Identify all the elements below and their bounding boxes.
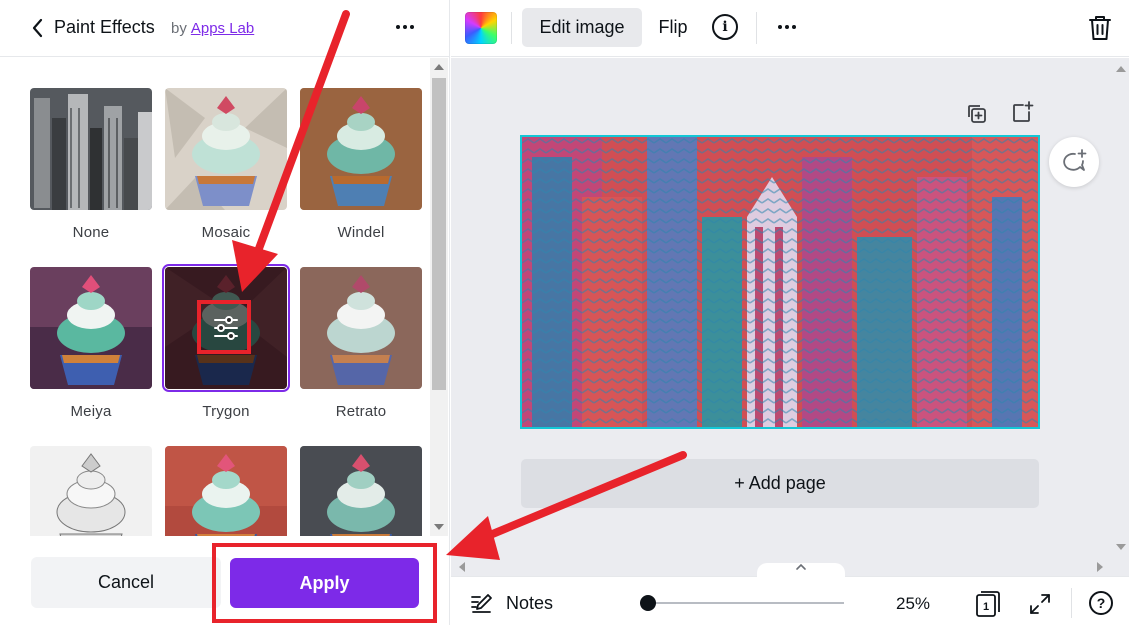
- effect-label: Retrato: [335, 403, 387, 420]
- fullscreen-icon[interactable]: [1028, 592, 1052, 616]
- effect-label: Meiya: [70, 403, 112, 420]
- flip-button[interactable]: Flip: [647, 8, 699, 47]
- effect-thumb: [30, 446, 152, 536]
- cancel-button[interactable]: Cancel: [31, 557, 221, 608]
- zoom-slider-track[interactable]: [640, 602, 844, 604]
- effect-thumb: [165, 88, 287, 210]
- author-prefix: by: [171, 20, 187, 37]
- effects-grid: None Mosaic Windel Meiya Trygon Retrato: [0, 58, 428, 536]
- toolbar-divider: [511, 12, 512, 44]
- effect-thumb: [30, 267, 152, 389]
- notes-icon[interactable]: [470, 591, 494, 615]
- chevron-up-icon: [796, 563, 806, 570]
- effect-thumb: [165, 446, 287, 536]
- effect-thumb: [300, 446, 422, 536]
- panel-title: Paint Effects: [54, 17, 155, 37]
- effects-panel: Paint Effects by Apps Lab None Mosaic Wi…: [0, 0, 450, 625]
- add-page-button[interactable]: + Add page: [521, 459, 1039, 508]
- collapse-tab[interactable]: [757, 563, 845, 579]
- author-link[interactable]: Apps Lab: [191, 20, 254, 37]
- effect-none[interactable]: None: [30, 88, 152, 241]
- effect-retrato[interactable]: Retrato: [300, 267, 422, 420]
- canvas-vertical-scrollbar[interactable]: [1111, 58, 1129, 558]
- settings-sliders-icon[interactable]: [211, 313, 241, 343]
- effect-windel[interactable]: Windel: [300, 88, 422, 241]
- more-icon[interactable]: [774, 14, 800, 40]
- effect-dark[interactable]: [300, 446, 422, 536]
- help-icon[interactable]: ?: [1089, 591, 1113, 615]
- comment-add-button[interactable]: [1049, 137, 1099, 187]
- effect-thumb: [300, 267, 422, 389]
- trash-icon[interactable]: [1087, 14, 1113, 42]
- scroll-left-icon[interactable]: [459, 562, 465, 572]
- thumb-overlay: [165, 267, 287, 389]
- effect-thumb: [30, 88, 152, 210]
- add-page-icon[interactable]: [1010, 100, 1034, 124]
- bottom-divider: [1071, 588, 1072, 618]
- effect-label: Windel: [337, 224, 385, 241]
- scroll-up-icon[interactable]: [434, 64, 444, 70]
- chevron-left-icon[interactable]: [30, 17, 46, 39]
- zoom-level[interactable]: 25%: [896, 594, 930, 614]
- panel-header: Paint Effects by Apps Lab: [0, 0, 450, 57]
- effect-label: Mosaic: [201, 224, 251, 241]
- page-count: 1: [983, 601, 989, 613]
- effect-thumb-selected: [162, 264, 290, 392]
- scroll-down-icon[interactable]: [1116, 544, 1126, 550]
- effect-meiya[interactable]: Meiya: [30, 267, 152, 420]
- effect-label: None: [72, 224, 110, 241]
- toolbar-divider: [756, 12, 757, 44]
- panel-author: by Apps Lab: [171, 20, 254, 37]
- info-icon[interactable]: i: [712, 14, 738, 40]
- panel-scrollbar[interactable]: [430, 58, 448, 536]
- duplicate-page-icon[interactable]: [965, 102, 989, 126]
- effect-thumb: [300, 88, 422, 210]
- more-icon[interactable]: [392, 14, 418, 40]
- pages-icon[interactable]: 1: [974, 590, 1002, 618]
- top-toolbar: Edit image Flip i: [451, 0, 1129, 57]
- notes-label[interactable]: Notes: [506, 593, 553, 614]
- effect-sketch[interactable]: [30, 446, 152, 536]
- apply-button[interactable]: Apply: [230, 558, 419, 608]
- app-root: Paint Effects by Apps Lab None Mosaic Wi…: [0, 0, 1129, 625]
- effect-label: Trygon: [202, 403, 250, 420]
- effect-mosaic[interactable]: Mosaic: [165, 88, 287, 241]
- color-palette-icon[interactable]: [465, 12, 497, 44]
- edit-image-button[interactable]: Edit image: [522, 8, 642, 47]
- scroll-up-icon[interactable]: [1116, 66, 1126, 72]
- effect-red[interactable]: [165, 446, 287, 536]
- comment-add-icon: [1063, 149, 1087, 171]
- effect-trygon[interactable]: Trygon: [162, 264, 290, 420]
- scroll-right-icon[interactable]: [1097, 562, 1103, 572]
- scroll-thumb[interactable]: [432, 78, 446, 390]
- canvas-image[interactable]: [520, 135, 1040, 429]
- scroll-down-icon[interactable]: [434, 524, 444, 530]
